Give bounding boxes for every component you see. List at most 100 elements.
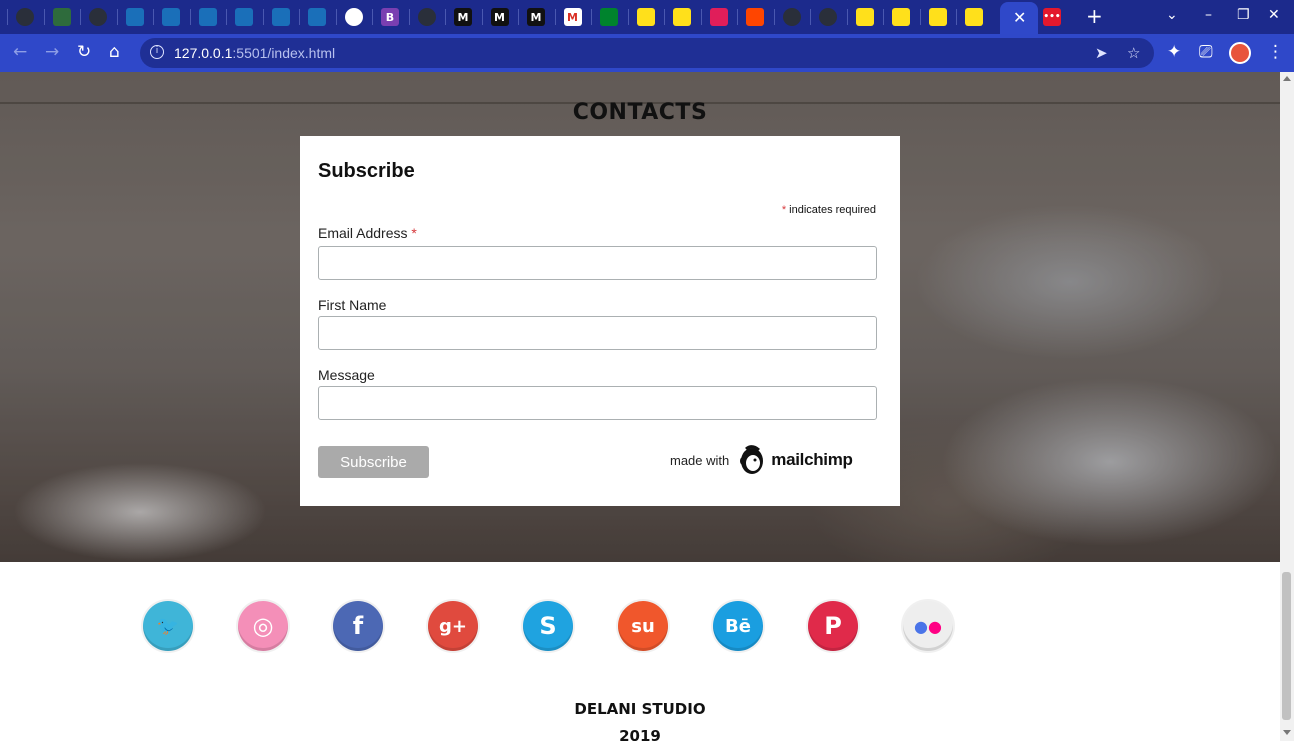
- mailchimp-icon[interactable]: [928, 8, 947, 26]
- reload-icon[interactable]: ↻: [77, 43, 91, 61]
- extensions-icon[interactable]: ✦: [1167, 43, 1181, 61]
- close-window-icon[interactable]: ✕: [1268, 7, 1280, 23]
- email-input[interactable]: [318, 246, 877, 280]
- tab-separator: [153, 9, 154, 25]
- footer-studio-name: DELANI STUDIO: [574, 700, 706, 718]
- twitter-glyph: 🐦: [156, 615, 180, 637]
- gmail-icon[interactable]: M: [563, 8, 582, 26]
- section-title: CONTACTS: [572, 100, 708, 125]
- meet-icon[interactable]: [600, 8, 618, 26]
- required-asterisk: *: [781, 204, 787, 216]
- address-bar[interactable]: i 127.0.0.1:5501/index.html ➤ ☆: [140, 38, 1154, 68]
- cast-icon[interactable]: ⎚: [1199, 43, 1213, 61]
- tab-separator: [80, 9, 81, 25]
- stumbleupon-icon[interactable]: su: [618, 601, 668, 651]
- pinterest-glyph: P: [824, 612, 842, 640]
- flickr-glyph: ●●: [914, 616, 942, 636]
- url-host: 127.0.0.1: [174, 45, 233, 61]
- first-name-label: First Name: [318, 297, 387, 313]
- dribbble-glyph: ◎: [252, 612, 274, 640]
- facebook-glyph: f: [352, 612, 364, 640]
- github-icon[interactable]: [819, 8, 837, 26]
- google-plus-glyph: g+: [439, 615, 467, 637]
- dribbble-icon[interactable]: ◎: [238, 601, 288, 651]
- scroll-thumb[interactable]: [1282, 572, 1291, 720]
- home-icon[interactable]: ⌂: [109, 43, 120, 61]
- jquery-icon[interactable]: [162, 8, 180, 26]
- subscribe-button[interactable]: Subscribe: [318, 446, 429, 478]
- scroll-down-arrow-icon[interactable]: [1283, 730, 1291, 735]
- close-tab-icon[interactable]: ✕: [1013, 8, 1026, 27]
- tab-separator: [664, 9, 665, 25]
- tab-separator: [846, 9, 848, 25]
- url-text[interactable]: 127.0.0.1:5501/index.html: [174, 45, 335, 61]
- tab-separator: [737, 9, 738, 25]
- github-icon[interactable]: [417, 8, 436, 26]
- tab-separator: [226, 9, 227, 25]
- behance-glyph: Bē: [725, 615, 751, 637]
- send-icon[interactable]: ➤: [1095, 44, 1108, 62]
- jquery-icon[interactable]: [271, 8, 290, 26]
- tab-separator: [335, 9, 337, 25]
- facebook-icon[interactable]: f: [333, 601, 383, 651]
- twitter-icon[interactable]: 🐦: [143, 601, 193, 651]
- pinterest-icon[interactable]: P: [808, 601, 858, 651]
- globe-icon[interactable]: [344, 8, 363, 26]
- tab-separator: [956, 9, 957, 25]
- medium-icon[interactable]: M: [454, 8, 472, 26]
- medium-icon[interactable]: M: [490, 8, 509, 26]
- mailchimp-icon[interactable]: [673, 8, 691, 26]
- forward-icon[interactable]: →: [45, 43, 59, 61]
- jquery-icon[interactable]: [198, 8, 217, 26]
- mailchimp-badge[interactable]: made with mailchimp: [670, 442, 853, 478]
- scroll-up-arrow-icon[interactable]: [1283, 76, 1291, 81]
- site-info-icon[interactable]: i: [150, 45, 164, 59]
- minimize-icon[interactable]: –: [1205, 7, 1212, 23]
- tab-separator: [627, 9, 629, 25]
- browser-tab-strip: BMMMM ✕ ••• + ⌄ – ❐ ✕: [0, 0, 1294, 34]
- github-icon[interactable]: [89, 8, 107, 26]
- reddit-icon[interactable]: [746, 8, 764, 26]
- tab-separator: [372, 9, 373, 25]
- mailchimp-icon[interactable]: [892, 8, 910, 26]
- email-label-text: Email Address: [318, 225, 408, 241]
- new-tab-button[interactable]: +: [1086, 4, 1103, 28]
- page-scrollbar[interactable]: [1280, 72, 1294, 741]
- tab-separator: [700, 9, 702, 25]
- tab-search-icon[interactable]: ⌄: [1166, 7, 1178, 23]
- tree-icon[interactable]: [52, 8, 71, 26]
- jquery-icon[interactable]: [308, 8, 326, 26]
- page-viewport: CONTACTS Subscribe * indicates required …: [0, 72, 1280, 741]
- mailchimp-icon[interactable]: [855, 8, 874, 26]
- medium-icon[interactable]: M: [527, 8, 545, 26]
- jquery-icon[interactable]: [125, 8, 144, 26]
- bookmark-star-icon[interactable]: ☆: [1127, 44, 1140, 62]
- menu-kebab-icon[interactable]: ⋮: [1267, 43, 1284, 61]
- browser-toolbar: ← → ↻ ⌂ i 127.0.0.1:5501/index.html ➤ ☆ …: [0, 34, 1294, 72]
- slack-icon[interactable]: [709, 8, 728, 26]
- mailchimp-logo-icon: [740, 445, 764, 474]
- back-icon[interactable]: ←: [13, 43, 27, 61]
- jquery-icon[interactable]: [235, 8, 253, 26]
- bootstrap-icon[interactable]: B: [381, 8, 399, 26]
- mailchimp-icon[interactable]: [636, 8, 655, 26]
- mailchimp-icon[interactable]: [965, 8, 983, 26]
- github-icon[interactable]: [16, 8, 34, 26]
- stumbleupon-glyph: su: [631, 615, 655, 637]
- message-input[interactable]: [318, 386, 877, 420]
- first-name-input[interactable]: [318, 316, 877, 350]
- restore-icon[interactable]: ❐: [1237, 7, 1250, 23]
- profile-avatar[interactable]: [1229, 42, 1251, 64]
- flickr-icon[interactable]: ●●: [903, 601, 953, 651]
- ellipsis-app-icon[interactable]: •••: [1043, 8, 1061, 26]
- github-icon[interactable]: [782, 8, 801, 26]
- skype-glyph: S: [539, 612, 557, 640]
- tab-separator: [299, 9, 300, 25]
- google-plus-icon[interactable]: g+: [428, 601, 478, 651]
- skype-icon[interactable]: S: [523, 601, 573, 651]
- tab-separator: [518, 9, 519, 25]
- behance-icon[interactable]: Bē: [713, 601, 763, 651]
- active-tab[interactable]: ✕: [1000, 2, 1038, 34]
- footer-year: 2019: [619, 727, 661, 741]
- required-note-text: indicates required: [789, 204, 876, 216]
